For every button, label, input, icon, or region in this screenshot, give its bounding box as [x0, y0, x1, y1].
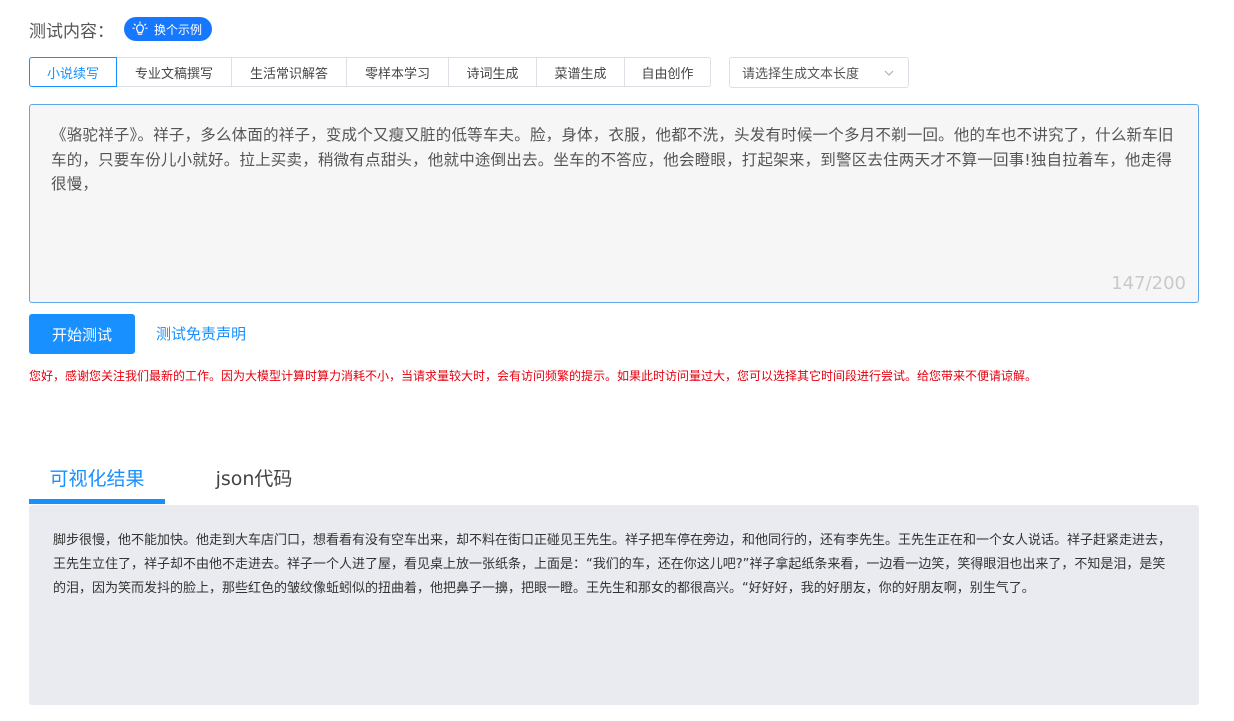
length-select-placeholder: 请选择生成文本长度: [742, 67, 860, 82]
start-test-button[interactable]: 开始测试: [29, 314, 135, 354]
active-tab-indicator: [29, 499, 165, 504]
header-row: 测试内容： 换个示例: [29, 16, 213, 42]
tab-free-creation[interactable]: 自由创作: [625, 57, 711, 87]
tab-json-code[interactable]: json代码: [189, 455, 319, 500]
change-example-button[interactable]: 换个示例: [124, 17, 213, 41]
prompt-textarea[interactable]: 《骆驼祥子》。祥子，多么体面的祥子，变成个又瘦又脏的低等车夫。脸，身体，衣服，他…: [29, 104, 1199, 303]
char-counter: 147/200: [1111, 273, 1186, 294]
result-tabs: 可视化结果 json代码: [29, 455, 1199, 505]
prompt-text: 《骆驼祥子》。祥子，多么体面的祥子，变成个又瘦又脏的低等车夫。脸，身体，衣服，他…: [51, 126, 1174, 193]
tab-zero-shot[interactable]: 零样本学习: [347, 57, 449, 87]
length-select[interactable]: 请选择生成文本长度: [729, 57, 909, 88]
chevron-down-icon: [884, 70, 894, 76]
mode-tabs: 小说续写 专业文稿撰写 生活常识解答 零样本学习 诗词生成 菜谱生成 自由创作: [29, 57, 711, 87]
result-text: 脚步很慢，他不能加快。他走到大车店门口，想看看有没有空车出来，却不料在街口正碰见…: [53, 533, 1172, 596]
tab-novel-continuation[interactable]: 小说续写: [29, 57, 117, 87]
tab-recipe[interactable]: 菜谱生成: [537, 57, 625, 87]
test-content-label: 测试内容：: [29, 21, 114, 42]
tab-professional-writing[interactable]: 专业文稿撰写: [117, 57, 232, 87]
change-example-label: 换个示例: [154, 22, 203, 37]
disclaimer-link[interactable]: 测试免责声明: [156, 323, 246, 344]
tab-poetry[interactable]: 诗词生成: [449, 57, 537, 87]
notice-text: 您好，感谢您关注我们最新的工作。因为大模型计算时算力消耗不小，当请求量较大时，会…: [29, 369, 1038, 383]
tab-life-qa[interactable]: 生活常识解答: [232, 57, 347, 87]
tab-visual-result[interactable]: 可视化结果: [29, 455, 165, 500]
lightbulb-icon: [132, 21, 148, 35]
result-panel: 脚步很慢，他不能加快。他走到大车店门口，想看看有没有空车出来，却不料在街口正碰见…: [29, 505, 1199, 705]
